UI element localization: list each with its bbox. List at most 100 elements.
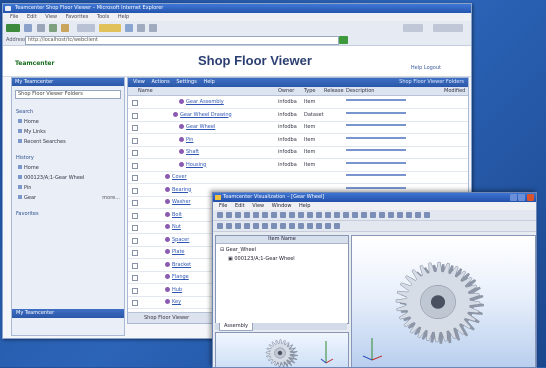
toolbar-button-icon[interactable] <box>253 223 259 229</box>
toolbar-button-icon[interactable] <box>370 212 376 218</box>
toolbar-button-icon[interactable] <box>244 223 250 229</box>
search-button[interactable] <box>77 24 95 32</box>
folder-select[interactable]: Shop Floor Viewer Folders <box>15 90 136 99</box>
toolbar-button-icon[interactable] <box>244 212 250 218</box>
cad-title-bar[interactable]: Teamcenter Visualization – [Gear Wheel] <box>213 193 536 202</box>
cad-menu-edit[interactable]: Edit <box>235 202 245 210</box>
toolbar-button-icon[interactable] <box>406 212 412 218</box>
tree-node-child[interactable]: ▣ 000123/A;1-Gear Wheel <box>216 256 348 262</box>
toolbar-button-icon[interactable] <box>235 223 241 229</box>
toolbar-button-icon[interactable] <box>325 212 331 218</box>
row-name-link[interactable]: Gear Assembly <box>186 99 224 105</box>
toolbar-button-icon[interactable] <box>262 223 268 229</box>
row-description-link[interactable] <box>346 136 406 139</box>
row-description-link[interactable] <box>346 99 406 101</box>
table-row[interactable]: Gear Wheel Drawing infodba Dataset <box>128 109 468 122</box>
toolbar-button-icon[interactable] <box>307 223 313 229</box>
forward-button[interactable] <box>24 24 32 32</box>
column-header-name[interactable]: Name <box>138 88 153 94</box>
toolbar-button-icon[interactable] <box>235 212 241 218</box>
row-description-link[interactable] <box>346 161 406 164</box>
content-menu-actions[interactable]: Actions <box>151 79 169 85</box>
toolbar-button-icon[interactable] <box>334 223 340 229</box>
table-row[interactable]: Cover <box>128 171 468 184</box>
table-row[interactable]: Pin infodba Item <box>128 134 468 147</box>
favorites-button[interactable] <box>99 24 121 32</box>
toolbar-button-icon[interactable] <box>271 212 277 218</box>
left-panel-bottom-bar[interactable]: My Teamcenter <box>12 309 124 318</box>
row-description-link[interactable] <box>346 124 406 126</box>
row-name-link[interactable]: Bearing <box>172 187 191 193</box>
toolbar-button-icon[interactable] <box>262 212 268 218</box>
history-item[interactable]: Home <box>12 165 124 171</box>
row-name-link[interactable]: Hub <box>172 287 182 293</box>
row-name-link[interactable]: Plate <box>172 249 185 255</box>
row-checkbox[interactable] <box>132 200 138 206</box>
go-button[interactable] <box>339 36 348 44</box>
toolbar-button-icon[interactable] <box>334 212 340 218</box>
row-checkbox[interactable] <box>132 250 138 256</box>
toolbar-button-icon[interactable] <box>307 212 313 218</box>
row-name-link[interactable]: Key <box>172 299 181 305</box>
row-checkbox[interactable] <box>132 162 138 169</box>
refresh-icon[interactable] <box>49 24 57 32</box>
row-checkbox[interactable] <box>132 237 138 244</box>
history-item[interactable]: 000123/A;1-Gear Wheel <box>12 175 124 181</box>
column-header-owner[interactable]: Owner <box>278 88 294 94</box>
table-row[interactable]: Housing infodba Item <box>128 159 468 172</box>
cad-menu-view[interactable]: View <box>252 202 264 210</box>
cad-menu-window[interactable]: Window <box>272 202 292 210</box>
row-checkbox[interactable] <box>132 262 138 269</box>
menu-help[interactable]: Help <box>118 13 129 21</box>
history-item[interactable]: Gear more... <box>12 195 124 201</box>
thumbnail-viewport[interactable] <box>215 332 349 367</box>
row-checkbox[interactable] <box>132 187 138 194</box>
row-name-link[interactable]: Bolt <box>172 212 182 218</box>
print-icon[interactable] <box>149 24 157 32</box>
row-name-link[interactable]: Bracket <box>172 262 191 268</box>
row-description-link[interactable] <box>346 174 406 176</box>
toolbar-button-icon[interactable] <box>226 223 232 229</box>
row-name-link[interactable]: Nut <box>172 224 181 230</box>
row-name-link[interactable]: Gear Wheel <box>186 124 215 130</box>
toolbar-button-icon[interactable] <box>280 212 286 218</box>
column-header-description[interactable]: Description <box>346 88 374 94</box>
table-row[interactable]: Gear Wheel infodba Item <box>128 121 468 134</box>
toolbar-button-icon[interactable] <box>280 223 286 229</box>
minimize-icon[interactable] <box>510 194 517 201</box>
row-name-link[interactable]: Gear Wheel Drawing <box>180 112 232 118</box>
row-name-link[interactable]: Shaft <box>186 149 199 155</box>
more-link[interactable]: more... <box>102 195 120 201</box>
menu-file[interactable]: File <box>10 13 18 21</box>
row-name-link[interactable]: Cover <box>172 174 187 180</box>
mail-icon[interactable] <box>137 24 145 32</box>
row-checkbox[interactable] <box>132 175 138 181</box>
row-name-link[interactable]: Pin <box>186 137 193 143</box>
toolbar-button-icon[interactable] <box>289 212 295 218</box>
row-checkbox[interactable] <box>132 225 138 231</box>
row-name-link[interactable]: Washer <box>172 199 191 205</box>
row-checkbox[interactable] <box>132 275 138 281</box>
tree-node-root[interactable]: ⊟ Gear_Wheel <box>216 247 348 253</box>
column-header-type[interactable]: Type <box>304 88 315 94</box>
nav-item[interactable]: Home <box>12 119 124 125</box>
toolbar-button-icon[interactable] <box>217 223 223 229</box>
cad-menu-help[interactable]: Help <box>299 202 310 210</box>
links-button[interactable] <box>403 24 423 32</box>
row-name-link[interactable]: Spacer <box>172 237 189 243</box>
row-description-link[interactable] <box>346 186 406 189</box>
row-checkbox[interactable] <box>132 300 138 306</box>
toolbar-button-icon[interactable] <box>253 212 259 218</box>
toolbar-button-icon[interactable] <box>298 223 304 229</box>
browser-title-bar[interactable]: Teamcenter Shop Floor Viewer – Microsoft… <box>3 4 471 13</box>
toolbar-button-icon[interactable] <box>271 223 277 229</box>
3d-viewport[interactable] <box>351 235 536 367</box>
back-button[interactable] <box>6 24 20 32</box>
toolbar-button-icon[interactable] <box>325 223 331 229</box>
close-icon[interactable] <box>527 194 534 201</box>
row-checkbox[interactable] <box>132 150 138 156</box>
menu-view[interactable]: View <box>45 13 57 21</box>
table-row[interactable]: Shaft infodba Item <box>128 146 468 159</box>
column-header-release[interactable]: Release <box>324 88 344 94</box>
nav-item[interactable]: Recent Searches <box>12 139 124 145</box>
